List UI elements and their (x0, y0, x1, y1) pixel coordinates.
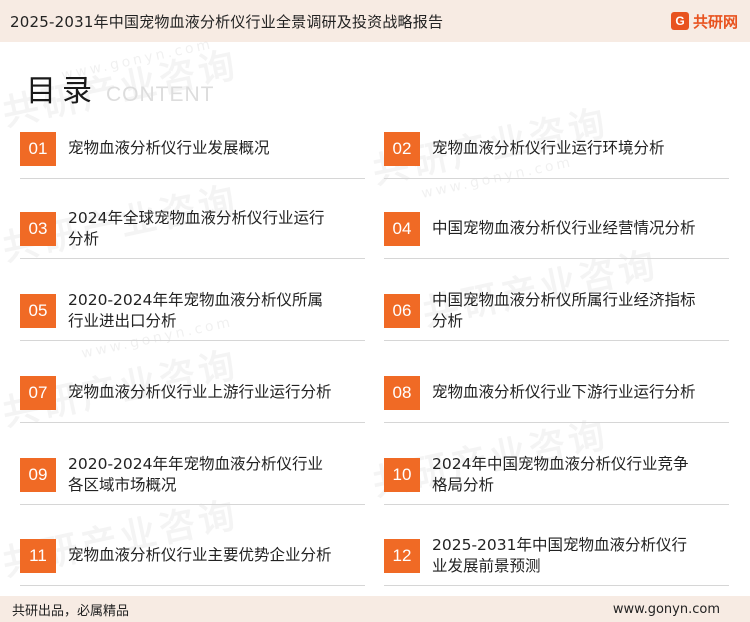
toc-item-04[interactable]: 04 中国宠物血液分析仪行业经营情况分析 (384, 199, 729, 259)
toc-item-label: 2020-2024年年宠物血液分析仪所属行业进出口分析 (68, 290, 323, 330)
toc-item-08[interactable]: 08 宠物血液分析仪行业下游行业运行分析 (384, 363, 729, 423)
toc-item-label: 宠物血液分析仪行业下游行业运行分析 (432, 383, 696, 401)
toc-item-01[interactable]: 01 宠物血液分析仪行业发展概况 (20, 119, 365, 179)
brand-name: 共研网 (692, 12, 738, 31)
toc-number-badge: 12 (384, 538, 420, 573)
toc-item-11[interactable]: 11 宠物血液分析仪行业主要优势企业分析 (20, 526, 365, 586)
footer-bar: 共研出品，必属精品 www.gonyn.com (0, 596, 750, 622)
toc-number-badge: 10 (384, 457, 420, 492)
section-subtitle: CONTENT (106, 83, 215, 106)
toc-item-label: 中国宠物血液分析仪行业经营情况分析 (432, 219, 696, 237)
report-title: 2025-2031年中国宠物血液分析仪行业全景调研及投资战略报告 (10, 12, 444, 31)
toc-number-badge: 06 (384, 293, 420, 328)
section-heading: 目录 CONTENT (26, 66, 215, 110)
toc-number-badge: 07 (20, 375, 56, 410)
toc-item-07[interactable]: 07 宠物血液分析仪行业上游行业运行分析 (20, 363, 365, 423)
footer-slogan: 共研出品，必属精品 (12, 603, 130, 619)
toc-item-02[interactable]: 02 宠物血液分析仪行业运行环境分析 (384, 119, 729, 179)
toc-number-badge: 09 (20, 457, 56, 492)
toc-item-label: 中国宠物血液分析仪所属行业经济指标分析 (432, 290, 696, 330)
toc-number-badge: 08 (384, 375, 420, 410)
toc-item-09[interactable]: 09 2020-2024年年宠物血液分析仪行业各区域市场概况 (20, 445, 365, 505)
toc-item-12[interactable]: 12 2025-2031年中国宠物血液分析仪行业发展前景预测 (384, 526, 729, 586)
toc-number-badge: 02 (384, 131, 420, 166)
toc-item-label: 宠物血液分析仪行业发展概况 (68, 139, 270, 157)
toc-item-label: 宠物血液分析仪行业上游行业运行分析 (68, 383, 332, 401)
toc-item-05[interactable]: 05 2020-2024年年宠物血液分析仪所属行业进出口分析 (20, 281, 365, 341)
brand-logo: G 共研网 (670, 11, 738, 32)
toc-number-badge: 04 (384, 211, 420, 246)
toc-item-label: 宠物血液分析仪行业主要优势企业分析 (68, 546, 332, 564)
toc-item-label: 2024年中国宠物血液分析仪行业竞争格局分析 (432, 454, 689, 494)
toc-item-06[interactable]: 06 中国宠物血液分析仪所属行业经济指标分析 (384, 281, 729, 341)
toc-item-label: 2025-2031年中国宠物血液分析仪行业发展前景预测 (432, 535, 687, 575)
toc-number-badge: 05 (20, 293, 56, 328)
toc-item-label: 2024年全球宠物血液分析仪行业运行分析 (68, 208, 325, 248)
header-bar: 2025-2031年中国宠物血液分析仪行业全景调研及投资战略报告 G 共研网 (0, 0, 750, 42)
logo-icon: G (670, 12, 689, 30)
toc-item-label: 宠物血液分析仪行业运行环境分析 (432, 139, 665, 157)
toc-number-badge: 03 (20, 211, 56, 246)
toc-number-badge: 11 (20, 538, 56, 573)
toc-item-03[interactable]: 03 2024年全球宠物血液分析仪行业运行分析 (20, 199, 365, 259)
footer-website: www.gonyn.com (612, 601, 720, 617)
toc-item-10[interactable]: 10 2024年中国宠物血液分析仪行业竞争格局分析 (384, 445, 729, 505)
toc-item-label: 2020-2024年年宠物血液分析仪行业各区域市场概况 (68, 454, 323, 494)
section-title: 目录 (26, 74, 98, 109)
toc-number-badge: 01 (20, 131, 56, 166)
